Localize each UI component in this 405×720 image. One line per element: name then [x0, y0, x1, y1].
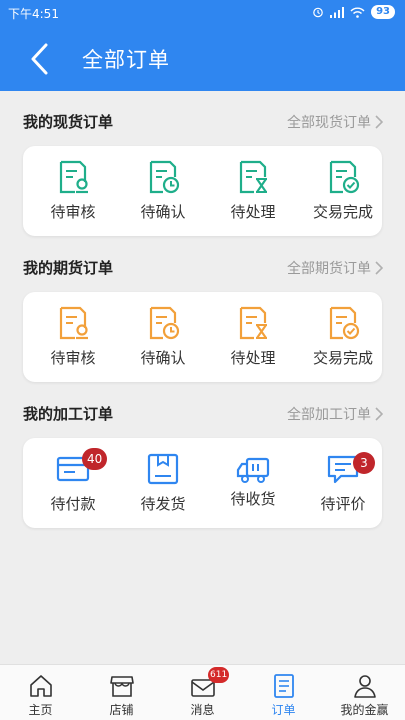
tab-orders[interactable]: 订单: [243, 665, 324, 720]
spot-section-header: 我的现货订单 全部现货订单: [0, 111, 405, 135]
all-futures-orders-link[interactable]: 全部期货订单: [287, 258, 383, 278]
spot-pending-review[interactable]: 待审核: [28, 146, 118, 236]
review-icon: [59, 160, 88, 194]
tab-label: 消息: [190, 703, 215, 717]
nav-bar: 全部订单: [0, 28, 405, 90]
futures-section-title: 我的期货订单: [23, 259, 114, 277]
cell-label: 待确认: [140, 349, 186, 367]
bottom-tab-bar: 主页 店铺 611 消息 订单 我的金赢: [0, 664, 405, 720]
futures-pending-process[interactable]: 待处理: [208, 292, 298, 382]
check-done-icon: [329, 306, 360, 340]
confirm-clock-icon: [149, 160, 180, 194]
cell-label: 交易完成: [312, 203, 373, 221]
cell-label: 待确认: [140, 203, 186, 221]
tab-label: 订单: [271, 703, 296, 717]
spot-pending-confirm[interactable]: 待确认: [118, 146, 208, 236]
status-time: 下午4:51: [8, 7, 59, 21]
futures-section-header: 我的期货订单 全部期货订单: [0, 257, 405, 281]
spot-section-title: 我的现货订单: [23, 113, 114, 131]
hourglass-icon: [239, 160, 267, 194]
wifi-icon: [350, 7, 365, 18]
review-count-badge: 3: [353, 452, 375, 474]
status-icons: 93: [312, 5, 395, 19]
back-button[interactable]: [26, 42, 56, 76]
order-icon: [273, 674, 294, 698]
cell-label: 待处理: [230, 349, 276, 367]
app-header: 下午4:51 93 全部订单: [0, 0, 405, 91]
processing-pending-receive[interactable]: 待收货: [208, 438, 298, 528]
tab-messages[interactable]: 611 消息: [162, 665, 243, 720]
review-icon: [59, 306, 88, 340]
battery-level: 93: [371, 5, 395, 19]
cell-label: 待付款: [50, 495, 96, 513]
cell-label: 待评价: [320, 495, 366, 513]
hourglass-icon: [239, 306, 267, 340]
processing-pending-payment[interactable]: 40 待付款: [28, 438, 118, 528]
spot-completed[interactable]: 交易完成: [298, 146, 388, 236]
tab-profile[interactable]: 我的金赢: [324, 665, 405, 720]
chevron-right-icon: [375, 261, 383, 275]
cell-label: 待收货: [230, 490, 276, 508]
box-icon: [147, 453, 179, 485]
all-spot-orders-link[interactable]: 全部现货订单: [287, 112, 383, 132]
cell-label: 交易完成: [312, 349, 373, 367]
processing-section-title: 我的加工订单: [23, 405, 114, 423]
tab-label: 主页: [28, 703, 53, 717]
processing-orders-card: 40 待付款 待发货 待收货 3 待评价: [23, 438, 382, 528]
spot-pending-process[interactable]: 待处理: [208, 146, 298, 236]
all-processing-orders-link[interactable]: 全部加工订单: [287, 404, 383, 424]
unpaid-count-badge: 40: [82, 448, 108, 470]
tab-home[interactable]: 主页: [0, 665, 81, 720]
user-icon: [353, 675, 376, 698]
all-processing-orders-label: 全部加工订单: [287, 407, 371, 423]
check-done-icon: [329, 160, 360, 194]
cell-label: 待处理: [230, 203, 276, 221]
processing-pending-review[interactable]: 3 待评价: [298, 438, 388, 528]
all-futures-orders-label: 全部期货订单: [287, 261, 371, 277]
tab-label: 我的金赢: [340, 703, 389, 717]
chevron-right-icon: [375, 407, 383, 421]
processing-pending-ship[interactable]: 待发货: [118, 438, 208, 528]
tab-label: 店铺: [109, 703, 134, 717]
chevron-left-icon: [31, 43, 48, 75]
futures-pending-review[interactable]: 待审核: [28, 292, 118, 382]
messages-count-badge: 611: [208, 667, 230, 683]
truck-icon: [236, 457, 270, 483]
home-icon: [29, 675, 52, 697]
store-icon: [109, 676, 134, 697]
tab-store[interactable]: 店铺: [81, 665, 162, 720]
chevron-right-icon: [375, 115, 383, 129]
page-title: 全部订单: [82, 48, 170, 72]
cell-label: 待发货: [140, 495, 186, 513]
all-spot-orders-label: 全部现货订单: [287, 115, 371, 131]
status-bar: 下午4:51 93: [0, 0, 405, 26]
alarm-icon: [313, 7, 323, 18]
confirm-clock-icon: [149, 306, 180, 340]
futures-orders-card: 待审核 待确认 待处理 交易完成: [23, 292, 382, 382]
cell-label: 待审核: [50, 203, 96, 221]
cell-label: 待审核: [50, 349, 96, 367]
spot-orders-card: 待审核 待确认 待处理 交易完成: [23, 146, 382, 236]
futures-completed[interactable]: 交易完成: [298, 292, 388, 382]
processing-section-header: 我的加工订单 全部加工订单: [0, 403, 405, 427]
futures-pending-confirm[interactable]: 待确认: [118, 292, 208, 382]
signal-icon: [330, 6, 345, 18]
